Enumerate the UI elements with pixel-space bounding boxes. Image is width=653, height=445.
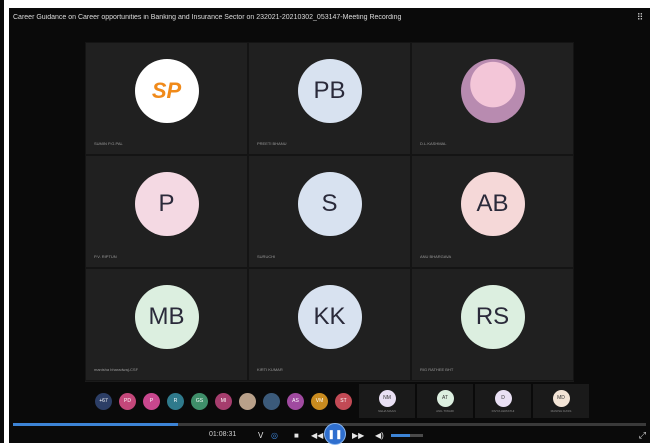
participant-chip[interactable]: VM <box>311 392 328 410</box>
participant-chip[interactable] <box>263 392 280 410</box>
player-window: Career Guidance on Career opportunities … <box>9 8 650 445</box>
participant-chip[interactable]: GS <box>191 392 208 410</box>
participant-name: SUMIN P.G.PAL <box>94 141 123 146</box>
avatar-initials: SP <box>151 77 182 103</box>
seek-bar-fill <box>13 423 178 426</box>
participant-chip[interactable] <box>239 392 256 410</box>
participant-chip[interactable]: ST <box>335 392 352 410</box>
left-edge <box>0 0 4 443</box>
avatar-initials: S <box>321 189 338 217</box>
playback-controls: 01:08:31 V ◎ ■ ◀◀ ❚❚ ▶▶ ◀) ⤢ <box>9 423 650 445</box>
initials-avatar: S <box>297 171 362 236</box>
participant-chip[interactable]: R <box>167 392 184 410</box>
participant-name: P.V. RIPTUN <box>94 254 117 259</box>
grid-view-icon[interactable]: ⠿ <box>634 12 646 23</box>
participant-name: KIRTI KUMAR <box>257 367 283 372</box>
participant-chip[interactable]: P <box>143 392 160 410</box>
mini-avatar: NM <box>378 389 396 407</box>
photo-avatar <box>460 58 525 123</box>
participant-tile[interactable]: S SURUCHI <box>248 155 411 268</box>
mini-participant-name: NEHA MAAN <box>378 408 396 413</box>
initials-avatar: KK <box>297 284 362 349</box>
participant-chip[interactable]: PD <box>119 392 136 410</box>
volume-icon[interactable]: ◀) <box>375 430 384 442</box>
mini-avatar: D <box>494 389 512 407</box>
initials-avatar: AB <box>460 171 525 236</box>
participant-tile[interactable]: PB PREETI BHANU <box>248 42 411 155</box>
subtitles-icon[interactable]: V <box>258 430 263 442</box>
avatar-initials: KK <box>313 302 346 330</box>
pause-button[interactable]: ❚❚ <box>324 423 346 445</box>
volume-slider-fill <box>391 434 411 437</box>
mini-participant-tile[interactable]: MD MANISH DASS <box>533 384 589 418</box>
participant-tile[interactable]: RS RIG RATHEE BHT <box>411 268 574 381</box>
avatar-initials: AB <box>476 189 509 217</box>
participant-tile[interactable]: P P.V. RIPTUN <box>85 155 248 268</box>
participant-name: RIG RATHEE BHT <box>420 367 454 372</box>
participant-name: SURUCHI <box>257 254 276 259</box>
participant-tile[interactable]: KK KIRTI KUMAR <box>248 268 411 381</box>
mini-participant-name: ANIL TIWARI <box>436 408 454 413</box>
participant-name: manisha bharadwaj-CSF <box>94 367 139 372</box>
window-title: Career Guidance on Career opportunities … <box>13 13 402 21</box>
mini-avatar: AT <box>436 389 454 407</box>
loop-icon[interactable]: ◎ <box>271 430 278 442</box>
participant-tile[interactable]: D.L.KASHMAL <box>411 42 574 155</box>
participant-grid: SP SUMIN P.G.PAL PB PREETI BHANU D.L.KASHMAL… <box>85 42 574 382</box>
fullscreen-icon[interactable]: ⤢ <box>639 430 646 441</box>
more-participants-chip[interactable]: +67 <box>95 392 112 410</box>
mini-avatar: MD <box>552 389 570 407</box>
participant-tile[interactable]: SP SUMIN P.G.PAL <box>85 42 248 155</box>
participant-tile[interactable]: MB manisha bharadwaj-CSF <box>85 268 248 381</box>
participant-name: PREETI BHANU <box>257 141 287 146</box>
participant-name: ANU BHARGAVA <box>420 254 452 259</box>
participant-name: D.L.KASHMAL <box>420 141 447 146</box>
mini-participant-tile[interactable]: AT ANIL TIWARI <box>417 384 473 418</box>
mini-participant-tile[interactable]: NM NEHA MAAN <box>359 384 415 418</box>
mini-participant-tile[interactable]: D DIVYA AWASTHI <box>475 384 531 418</box>
stop-icon[interactable]: ■ <box>294 430 299 442</box>
participant-strip: +67 PD P R GS MI AS VM ST NM NEHA MAAN AT ANIL TIWAR… <box>85 384 589 418</box>
mini-participant-name: MANISH DASS <box>550 408 572 413</box>
mini-participant-name: DIVYA AWASTHI <box>491 408 515 413</box>
title-bar: Career Guidance on Career opportunities … <box>9 8 650 26</box>
initials-avatar: P <box>134 171 199 236</box>
volume-slider[interactable] <box>391 434 423 437</box>
rewind-icon[interactable]: ◀◀ <box>311 430 323 442</box>
meeting-stage: SP SUMIN P.G.PAL PB PREETI BHANU D.L.KASHMAL… <box>85 42 574 382</box>
participant-chip[interactable]: AS <box>287 392 304 410</box>
avatar-initials: MB <box>148 302 185 330</box>
fast-forward-icon[interactable]: ▶▶ <box>352 430 364 442</box>
initials-avatar: RS <box>460 284 525 349</box>
avatar-initials: P <box>158 189 175 217</box>
elapsed-time: 01:08:31 <box>209 431 237 438</box>
initials-avatar: MB <box>134 284 199 349</box>
sp-logo-avatar: SP <box>134 58 199 123</box>
participant-chip[interactable]: MI <box>215 392 232 410</box>
avatar-initials: RS <box>475 302 510 330</box>
participant-tile[interactable]: AB ANU BHARGAVA <box>411 155 574 268</box>
initials-avatar: PB <box>297 58 362 123</box>
avatar-initials: PB <box>313 76 346 104</box>
